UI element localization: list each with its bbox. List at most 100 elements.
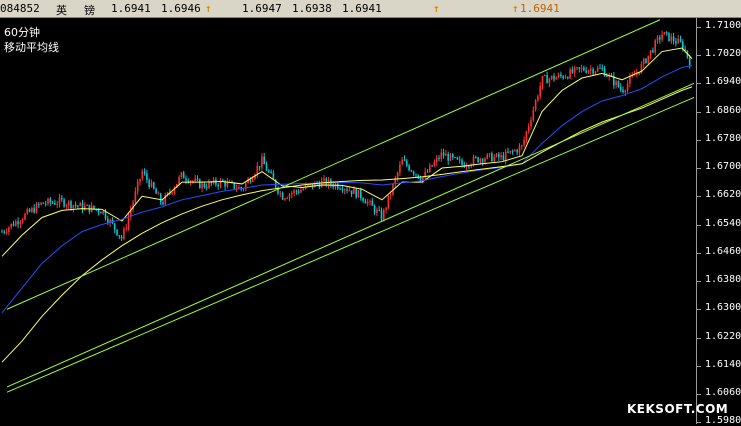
candle-body [63,199,65,207]
candle-body [265,164,268,171]
candle-body [433,162,436,167]
candle-body [649,50,652,56]
candle-body [100,212,102,214]
candle-body [495,153,498,157]
y-tick-mark [696,139,701,141]
candle-body [544,75,546,77]
candle-body [385,208,387,210]
candle-body [348,190,351,192]
candle-body [387,195,390,209]
candle-body [399,164,401,173]
candle-body [442,152,445,156]
candle-body [564,77,567,79]
chart-area[interactable] [0,18,696,424]
candle-body [596,67,599,72]
candle-body [102,211,104,214]
candle-body [440,152,443,159]
candle-body [626,83,629,91]
candle-body [205,187,208,189]
candle-body [456,157,459,160]
candle-body [21,219,24,222]
candle-body [567,77,569,79]
price-value-5: 1.6941 [342,2,382,15]
candle-body [141,171,144,179]
candle-body [587,70,590,73]
candle-body [47,198,49,204]
candle-body [136,181,139,192]
candle-body [576,67,578,69]
candle-body [486,154,489,159]
candle-body [606,76,608,78]
candle-body [42,202,45,204]
candle-body [357,190,360,198]
candle-body [258,166,261,168]
candle-body [514,150,516,152]
candle-body [113,223,116,230]
candle-body [270,171,272,174]
y-tick-mark [696,26,701,28]
candle-body [376,209,378,213]
up-arrow-icon: ↑ [512,2,519,15]
candle-body [38,203,40,205]
candle-body [208,181,210,188]
candle-body [201,183,203,189]
candle-body [477,157,479,163]
candle-body [670,36,673,42]
candle-body [509,150,512,153]
candle-body [171,192,173,194]
candle-body [40,202,42,205]
candle-body [17,221,19,225]
candle-body [26,209,29,214]
y-tick-label: 1.6700 [705,161,741,173]
candle-body [647,55,650,64]
candle-body [143,171,146,174]
candle-body [251,178,254,182]
candle-body [573,67,576,73]
candle-body [481,158,484,162]
trendline-2 [6,82,695,388]
candle-body [88,204,91,212]
y-tick-mark [696,252,701,254]
candle-body [491,153,493,162]
instrument-code: 084852 [0,2,40,15]
y-tick-mark [696,365,701,367]
candle-body [353,188,355,195]
candle-body [196,178,199,180]
candle-body [8,227,10,233]
candle-body [346,189,348,191]
candle-body [624,90,627,93]
candle-body [560,74,562,77]
candle-body [452,154,454,158]
candle-body [410,170,413,172]
candle-body [355,188,357,198]
candle-body [665,32,668,34]
candle-body [120,236,123,239]
candle-body [366,201,369,204]
candle-body [610,74,613,76]
candle-body [86,204,88,206]
candle-body [594,71,597,74]
candle-body [679,38,682,42]
candle-body [146,173,148,180]
candle-body [162,202,164,205]
candle-body [548,78,551,84]
candle-body [438,157,440,159]
candle-body [465,166,468,168]
candle-body [493,156,495,162]
candle-body [458,159,461,161]
candle-body [61,197,63,200]
candle-body [447,154,449,161]
candle-body [675,41,677,44]
candle-body [295,190,298,192]
trendline-3 [6,96,695,393]
y-tick-mark [696,422,701,424]
price-value-2: 1.6946 [161,2,201,15]
candle-body [532,109,535,121]
candle-body [35,203,38,213]
candle-body [58,197,61,205]
candle-body [159,193,162,203]
price-value-1: 1.6941 [111,2,151,15]
y-tick-mark [696,55,701,57]
candle-body [555,77,558,80]
candle-body [182,172,185,179]
